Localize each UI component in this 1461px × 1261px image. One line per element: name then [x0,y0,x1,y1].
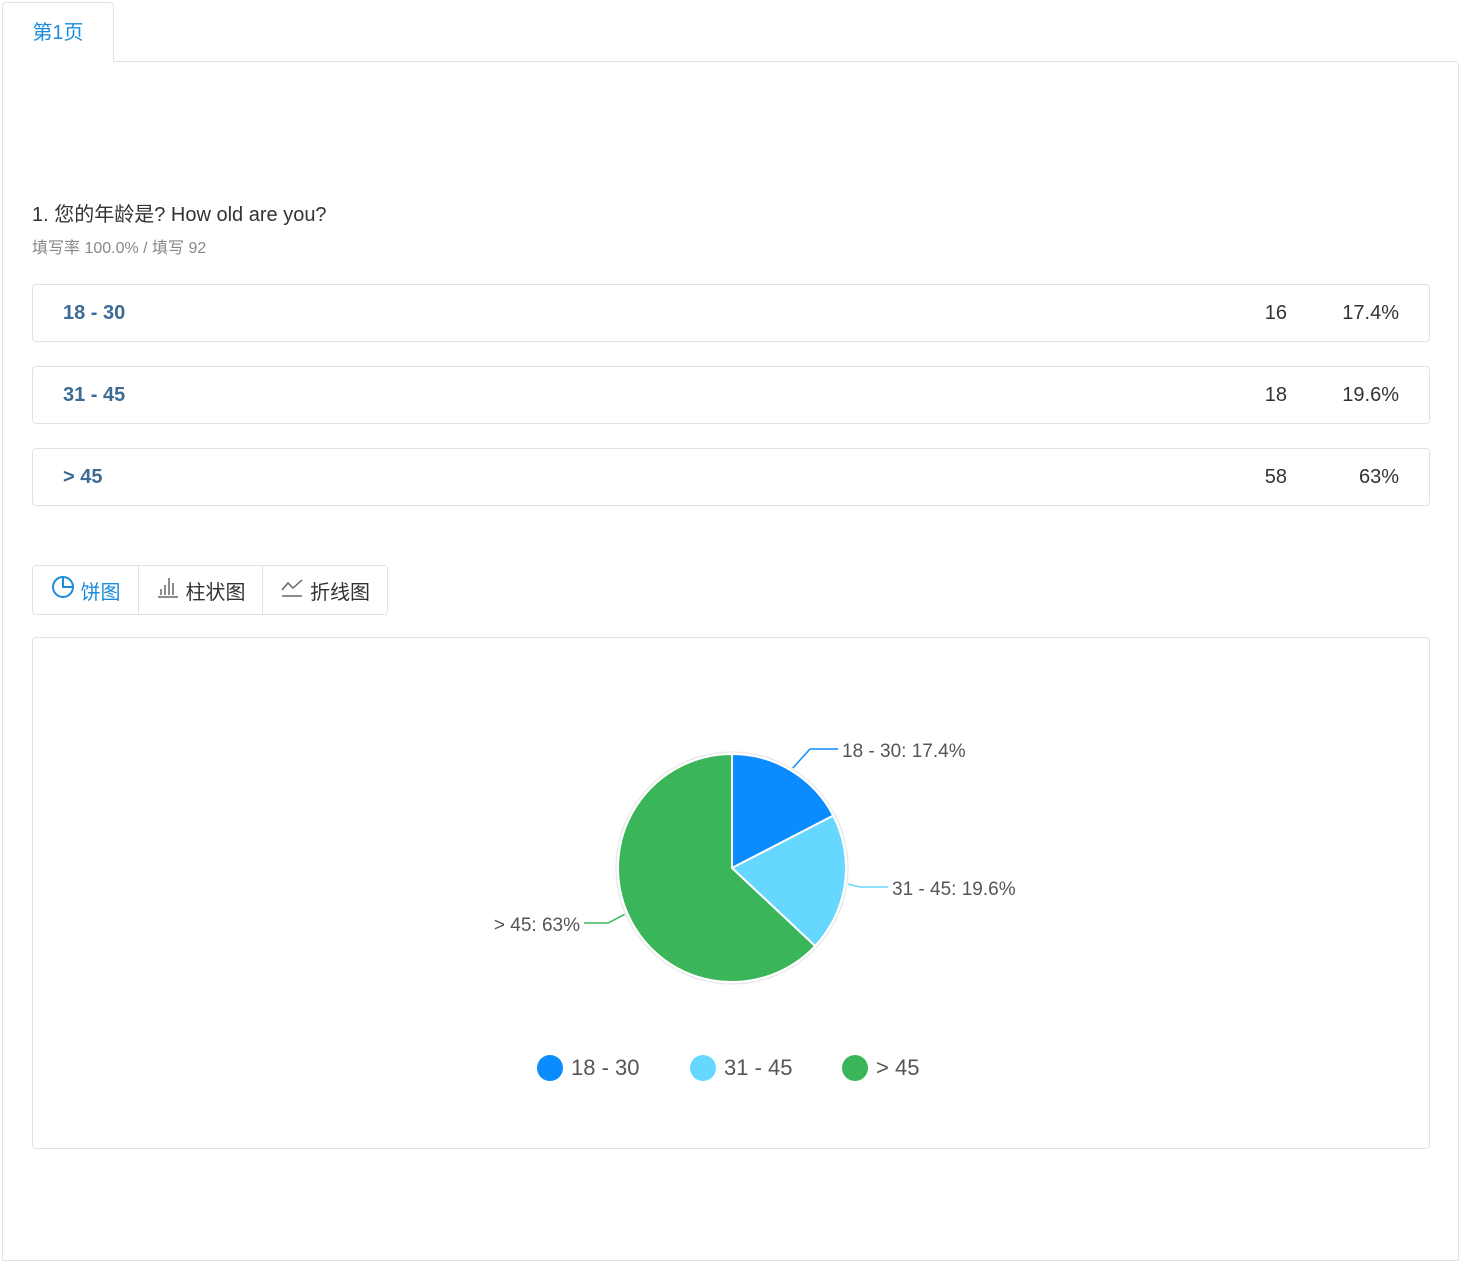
legend-swatch [690,1055,716,1081]
option-label: 18 - 30 [63,302,126,324]
tab-page-1[interactable]: 第1页 [2,2,114,62]
legend-label: 31 - 45 [724,1055,793,1080]
pie-chart-button[interactable]: 饼图 [33,566,139,614]
option-row-31-45: 31 - 45 18 19.6% [32,366,1430,424]
option-percent: 19.6% [1342,384,1399,406]
option-count: 18 [1264,384,1287,406]
option-row-over-45: > 45 58 63% [32,448,1430,506]
option-label: > 45 [63,466,103,488]
option-percent: 17.4% [1342,302,1399,324]
pie-chart-label: 饼图 [80,581,121,604]
legend-item-31-45[interactable]: 31 - 45 [690,1052,793,1084]
legend-swatch [537,1055,563,1081]
chart-legend: 18 - 30 31 - 45 > 45 [0,1052,1461,1084]
option-count: 16 [1264,302,1287,324]
line-chart-label: 折线图 [310,581,370,604]
legend-label: 18 - 30 [571,1055,640,1080]
bar-chart-button[interactable]: 柱状图 [139,566,263,614]
option-label: 31 - 45 [63,384,126,406]
bar-chart-icon [156,575,180,605]
chart-type-switcher: 饼图 柱状图 折线图 [32,565,388,615]
question-fill-rate: 填写率 100.0% / 填写 92 [32,240,207,257]
bar-chart-label: 柱状图 [185,581,246,604]
option-count: 58 [1264,466,1287,488]
legend-item-over-45[interactable]: > 45 [842,1052,919,1084]
legend-swatch [842,1055,868,1081]
page-tab-bar: 第1页 [0,0,1461,62]
legend-item-18-30[interactable]: 18 - 30 [537,1052,640,1084]
option-row-18-30: 18 - 30 16 17.4% [32,284,1430,342]
legend-label: > 45 [876,1055,920,1080]
line-chart-icon [280,575,304,605]
question-title: 1. 您的年龄是? How old are you? [32,204,327,226]
pie-chart-icon [51,575,75,605]
line-chart-button[interactable]: 折线图 [263,566,387,614]
option-percent: 63% [1358,466,1399,488]
